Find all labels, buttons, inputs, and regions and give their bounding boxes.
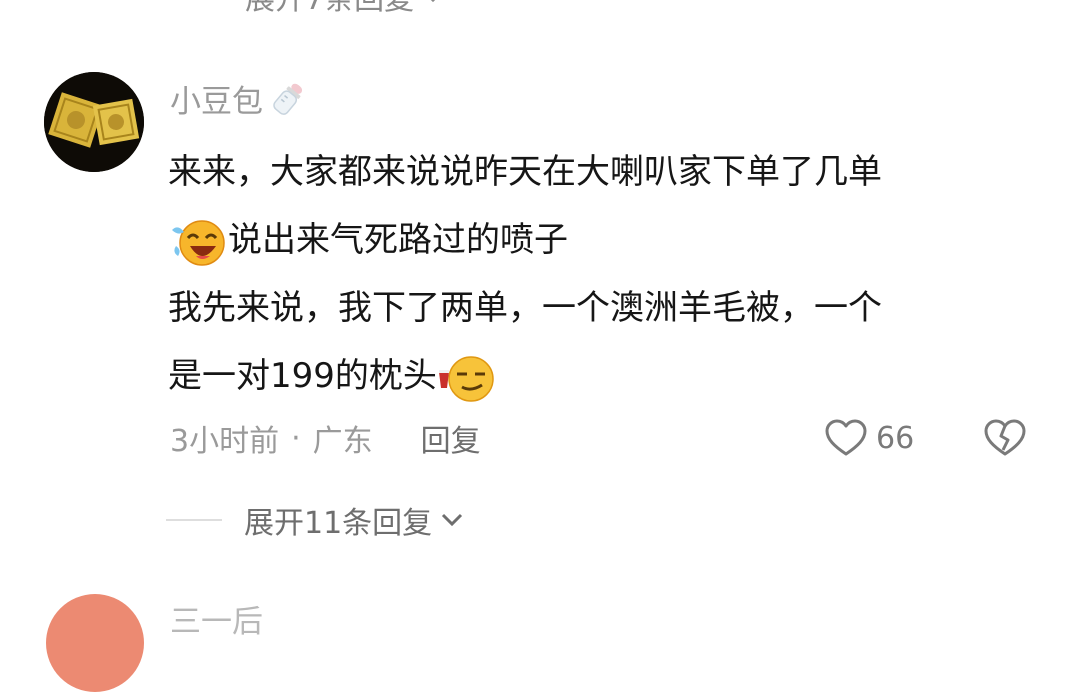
meta-separator: · [291, 420, 301, 456]
avatar[interactable] [44, 72, 144, 172]
comment-line-1: 来来，大家都来说说昨天在大喇叭家下单了几单 [168, 152, 882, 192]
comment-content: 来来，大家都来说说昨天在大喇叭家下单了几单 说出来气死路过的喷子 我先来说，我下… [168, 138, 1048, 410]
comment-meta: 3小时前 · 广东 回复 [170, 416, 481, 460]
expand-replies[interactable]: 展开11条回复 [166, 498, 464, 542]
chevron-down-icon [442, 513, 463, 527]
comment-line-2: 说出来气死路过的喷子 [168, 206, 1048, 274]
username-text: 小豆包 [170, 83, 263, 120]
like-count: 66 [876, 420, 915, 456]
chevron-down-icon [430, 0, 436, 3]
smirk-emoji [438, 355, 494, 402]
comment-line-4: 是一对199的枕头 [168, 342, 1048, 410]
comment-line-2-text: 说出来气死路过的喷子 [228, 220, 568, 260]
baby-bottle-icon [273, 83, 303, 115]
like-button[interactable]: 66 [824, 414, 914, 462]
divider [166, 519, 222, 521]
expand-replies-previous[interactable]: 展开7条回复 [245, 0, 444, 17]
comment-line-3: 我先来说，我下了两单，一个澳洲羊毛被，一个 [168, 288, 882, 328]
expand-replies-label: 展开7条回复 [245, 0, 414, 18]
comment-location: 广东 [312, 424, 373, 459]
comment-time: 3小时前 [170, 424, 280, 459]
comment-username[interactable]: 小豆包 [170, 78, 309, 120]
gold-paper-icons [44, 72, 144, 172]
reply-button[interactable]: 回复 [421, 416, 481, 460]
heart-icon [825, 419, 867, 456]
laughing-emoji [172, 219, 225, 266]
comment-line-4-text: 是一对199的枕头 [168, 356, 437, 396]
broken-heart-icon[interactable] [982, 416, 1028, 460]
expand-replies-label: 展开11条回复 [244, 506, 433, 541]
next-comment-username[interactable]: 三一后 [170, 596, 263, 641]
